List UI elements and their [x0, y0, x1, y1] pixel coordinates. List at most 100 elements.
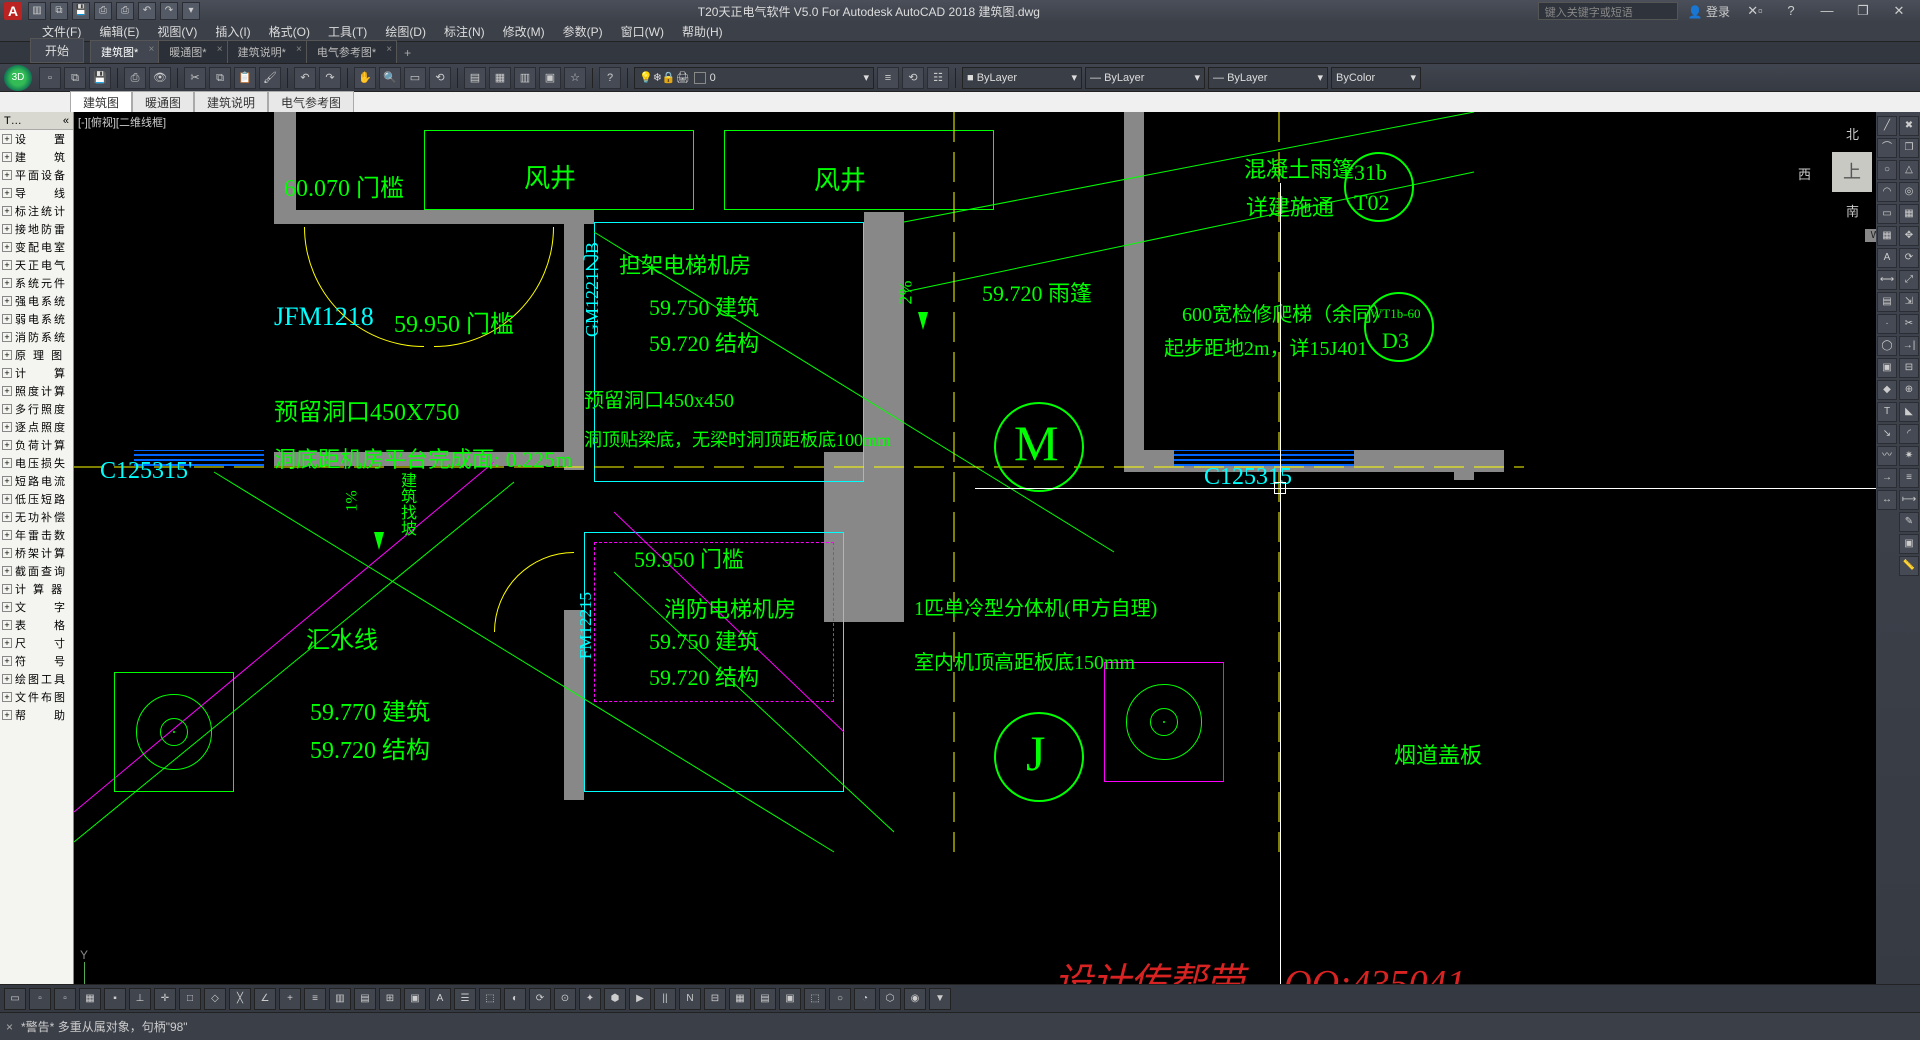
viewport-label[interactable]: [-][俯视][二维线框]	[78, 114, 166, 130]
sb-snap-icon[interactable]: ▪	[104, 988, 126, 1010]
tab-close-icon[interactable]: ×	[296, 44, 302, 55]
t20-item[interactable]: +无功补偿	[0, 508, 73, 526]
rotate-icon[interactable]: ⟳	[1899, 248, 1919, 268]
chamfer-icon[interactable]: ◣	[1899, 402, 1919, 422]
sb-more18-icon[interactable]: ⬡	[879, 988, 901, 1010]
sb-more13-icon[interactable]: ▤	[754, 988, 776, 1010]
lengthen-icon[interactable]: ⟼	[1899, 490, 1919, 510]
expand-icon[interactable]: +	[2, 692, 12, 702]
rect-icon[interactable]: ▭	[1877, 204, 1897, 224]
tab-close-icon[interactable]: ×	[217, 44, 223, 55]
sb-more7-icon[interactable]: ⬢	[604, 988, 626, 1010]
qat-plot-icon[interactable]: ⎙	[116, 2, 134, 20]
tb-tp-icon[interactable]: ▥	[514, 67, 536, 89]
sb-more20-icon[interactable]: ▼	[929, 988, 951, 1010]
help-icon[interactable]: ?	[1774, 1, 1808, 21]
t20-item[interactable]: +标注统计	[0, 202, 73, 220]
xline-icon[interactable]: ↔	[1877, 490, 1897, 510]
vc-n[interactable]: 北	[1846, 124, 1859, 143]
extend-icon[interactable]: →|	[1899, 336, 1919, 356]
t20-item[interactable]: +符 号	[0, 652, 73, 670]
arc-icon[interactable]: ◠	[1877, 182, 1897, 202]
line-icon[interactable]: ╱	[1877, 116, 1897, 136]
t20-item[interactable]: +负荷计算	[0, 436, 73, 454]
sb-ann-icon[interactable]: A	[429, 988, 451, 1010]
sb-more15-icon[interactable]: ⬚	[804, 988, 826, 1010]
collapse-icon[interactable]: «	[63, 115, 69, 127]
expand-icon[interactable]: +	[2, 620, 12, 630]
help-search[interactable]: 键入关键字或短语	[1538, 2, 1678, 20]
qat-save-icon[interactable]: 💾	[72, 2, 90, 20]
offset-icon[interactable]: ◎	[1899, 182, 1919, 202]
tab-file-1[interactable]: 暖通图*×	[158, 40, 227, 63]
dim-icon[interactable]: ⟷	[1877, 270, 1897, 290]
expand-icon[interactable]: +	[2, 242, 12, 252]
tb-pan-icon[interactable]: ✋	[354, 67, 376, 89]
menu-insert[interactable]: 插入(I)	[207, 21, 258, 42]
layout1-button[interactable]: ▫	[29, 988, 51, 1010]
t20-item[interactable]: +弱电系统	[0, 310, 73, 328]
command-line[interactable]: × *警告* 多重从属对象，句柄"98"	[0, 1012, 1920, 1040]
sb-qp-icon[interactable]: ▤	[354, 988, 376, 1010]
hatch-icon[interactable]: ▦	[1877, 226, 1897, 246]
expand-icon[interactable]: +	[2, 152, 12, 162]
t20-item[interactable]: +导 线	[0, 184, 73, 202]
tb-copy-icon[interactable]: ⧉	[209, 67, 231, 89]
expand-icon[interactable]: +	[2, 386, 12, 396]
layout2-button[interactable]: ▫	[54, 988, 76, 1010]
expand-icon[interactable]: +	[2, 494, 12, 504]
expand-icon[interactable]: +	[2, 548, 12, 558]
tb-dc-icon[interactable]: ▦	[489, 67, 511, 89]
expand-icon[interactable]: +	[2, 530, 12, 540]
layer-prev-icon[interactable]: ⟲	[902, 67, 924, 89]
sb-more2-icon[interactable]: ⬚	[479, 988, 501, 1010]
plotstyle-combo[interactable]: ByColor▾	[1331, 67, 1421, 89]
sb-lwt-icon[interactable]: ≡	[304, 988, 326, 1010]
tb-redo-icon[interactable]: ↷	[319, 67, 341, 89]
sb-more8-icon[interactable]: ▶	[629, 988, 651, 1010]
array-icon[interactable]: ▦	[1899, 204, 1919, 224]
tb-ssm-icon[interactable]: ▣	[539, 67, 561, 89]
t20-item[interactable]: +低压短路	[0, 490, 73, 508]
sb-more1-icon[interactable]: ☰	[454, 988, 476, 1010]
t20-item[interactable]: +计 算 器	[0, 580, 73, 598]
tb-mark-icon[interactable]: ☆	[564, 67, 586, 89]
qat-redo-icon[interactable]: ↷	[160, 2, 178, 20]
t20-item[interactable]: +系统元件	[0, 274, 73, 292]
sb-polar-icon[interactable]: ✛	[154, 988, 176, 1010]
t20-item[interactable]: +接地防雷	[0, 220, 73, 238]
menu-window[interactable]: 窗口(W)	[613, 21, 672, 42]
t20-item[interactable]: +截面查询	[0, 562, 73, 580]
expand-icon[interactable]: +	[2, 458, 12, 468]
tb-plot-icon[interactable]: ⎙	[124, 67, 146, 89]
ellipse-icon[interactable]: ◯	[1877, 336, 1897, 356]
measure-icon[interactable]: 📏	[1899, 556, 1919, 576]
sb-more11-icon[interactable]: ⊟	[704, 988, 726, 1010]
copy-icon[interactable]: ❐	[1899, 138, 1919, 158]
layer-states-icon[interactable]: ☷	[927, 67, 949, 89]
sb-ortho-icon[interactable]: ⊥	[129, 988, 151, 1010]
cmd-close-icon[interactable]: ×	[6, 1020, 13, 1034]
t20-item[interactable]: +短路电流	[0, 472, 73, 490]
menu-dim[interactable]: 标注(N)	[436, 21, 493, 42]
qat-new-icon[interactable]: ▥	[28, 2, 46, 20]
ray-icon[interactable]: →	[1877, 468, 1897, 488]
workspace-button[interactable]: 3D	[4, 65, 32, 91]
viewtab-3[interactable]: 电气参考图	[268, 91, 354, 114]
sb-more9-icon[interactable]: ||	[654, 988, 676, 1010]
color-combo[interactable]: ■ ByLayer▾	[962, 67, 1082, 89]
viewtab-0[interactable]: 建筑图	[70, 91, 132, 114]
table-icon[interactable]: ▤	[1877, 292, 1897, 312]
sb-more6-icon[interactable]: ✦	[579, 988, 601, 1010]
expand-icon[interactable]: +	[2, 476, 12, 486]
expand-icon[interactable]: +	[2, 278, 12, 288]
join-icon[interactable]: ⊕	[1899, 380, 1919, 400]
t20-item[interactable]: +变配电室	[0, 238, 73, 256]
tab-file-3[interactable]: 电气参考图*×	[306, 40, 397, 63]
expand-icon[interactable]: +	[2, 710, 12, 720]
spline-icon[interactable]: 〰	[1877, 446, 1897, 466]
tab-close-icon[interactable]: ×	[148, 44, 154, 55]
sb-more14-icon[interactable]: ▣	[779, 988, 801, 1010]
pline-icon[interactable]: ⌒	[1877, 138, 1897, 158]
t20-item[interactable]: +计 算	[0, 364, 73, 382]
